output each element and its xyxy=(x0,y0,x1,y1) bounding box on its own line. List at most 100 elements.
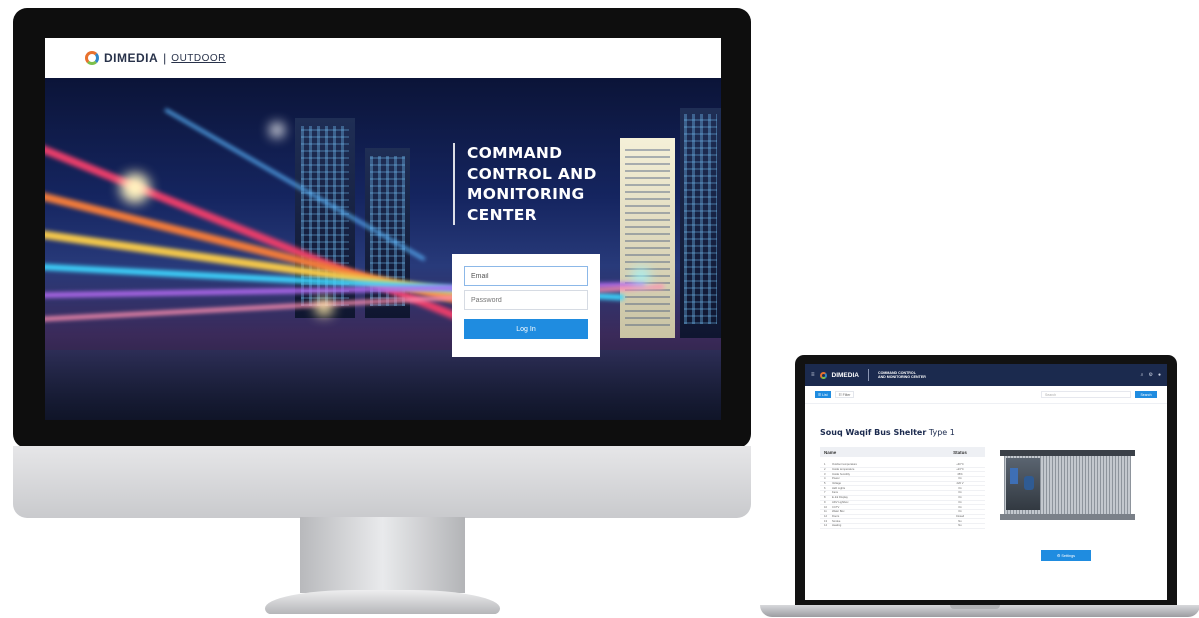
app-title: COMMAND CONTROL AND MONITORING CENTER xyxy=(878,371,938,380)
gear-icon[interactable]: ⚙ xyxy=(1148,372,1152,378)
app-logo-text[interactable]: DIMEDIA xyxy=(832,372,859,379)
cell-no: 7 xyxy=(824,491,826,495)
shelter-panel xyxy=(1006,458,1040,510)
cell-name: E-Ink Display xyxy=(832,496,848,500)
cell-status: On xyxy=(958,486,962,490)
hero-title: COMMAND CONTROL AND MONITORING CENTER xyxy=(453,143,597,225)
cell-status: On xyxy=(958,496,962,500)
cell-no: 8 xyxy=(824,496,826,500)
logo-separator: | xyxy=(163,51,167,65)
table-row[interactable]: 14 Heating No xyxy=(820,524,985,529)
street-light-glow xyxy=(120,173,150,203)
hero-title-line: CENTER xyxy=(467,205,537,224)
building-image xyxy=(680,108,721,338)
logo-sub-text: OUTDOOR xyxy=(171,52,226,64)
cell-no: 12 xyxy=(824,514,827,518)
hero-title-line: MONITORING xyxy=(467,185,585,203)
filter-button[interactable]: ☷ Filter xyxy=(834,391,855,398)
cell-no: 5 xyxy=(824,482,826,486)
header-divider xyxy=(867,369,869,381)
cell-name: ADV Lightbox xyxy=(832,500,849,504)
hero-title-line: COMMAND xyxy=(467,144,563,162)
logo-brand-text: DIMEDIA xyxy=(104,51,159,65)
cell-status: No xyxy=(958,519,962,523)
cell-status: 220 V xyxy=(956,482,964,486)
cell-no: 13 xyxy=(824,519,827,523)
app-title-line: AND MONITORING CENTER xyxy=(877,375,926,379)
light-streak xyxy=(45,138,509,341)
password-field[interactable] xyxy=(464,290,588,310)
cell-status: +30°C xyxy=(956,463,964,467)
shelter-ad-display xyxy=(1010,468,1018,484)
cell-name: Fans xyxy=(832,491,838,495)
cell-name: Heating xyxy=(832,524,842,528)
table-header: Name Status xyxy=(820,447,985,457)
cell-status: No xyxy=(958,524,962,528)
cell-name: Outdoor temperature xyxy=(832,463,857,467)
laptop-screen: ≡ DIMEDIA COMMAND CONTROL AND MONITORING… xyxy=(805,364,1167,600)
email-field[interactable] xyxy=(464,266,588,286)
cell-name: Power xyxy=(832,477,840,481)
cell-status: +23°C xyxy=(956,468,964,472)
hero-title-line: CONTROL AND xyxy=(467,164,597,183)
dimedia-logo-icon xyxy=(85,51,99,65)
search-button[interactable]: Search xyxy=(1135,391,1157,398)
traffic-light-glow xyxy=(633,268,649,284)
search-icon[interactable]: ⌕ xyxy=(1141,372,1144,378)
cell-status: On xyxy=(958,491,962,495)
cell-status: On xyxy=(958,477,962,481)
cell-no: 2 xyxy=(824,468,826,472)
cell-no: 14 xyxy=(824,524,827,528)
settings-button[interactable]: ⚙ Settings xyxy=(1041,550,1091,561)
shelter-name: Souq Waqif Bus Shelter xyxy=(820,428,927,437)
table-body: 1 Outdoor temperature +30°C 2 Inside tempera… xyxy=(820,463,985,529)
building-image xyxy=(620,138,675,338)
cell-no: 3 xyxy=(824,472,826,476)
login-button[interactable]: Log In xyxy=(464,319,588,339)
cell-name: Doors xyxy=(832,514,840,518)
cell-no: 4 xyxy=(824,477,826,481)
cell-status: 45% xyxy=(957,472,963,476)
cell-no: 10 xyxy=(824,505,827,509)
cell-name: Smoke xyxy=(832,519,841,523)
cell-no: 1 xyxy=(824,463,826,467)
laptop-notch xyxy=(950,605,1000,609)
bus-shelter-image xyxy=(1000,450,1135,520)
site-header: DIMEDIA | OUTDOOR xyxy=(45,38,721,78)
list-view-button[interactable]: ☰ List xyxy=(815,391,831,398)
cell-name: Inside temperature xyxy=(832,468,855,472)
menu-icon[interactable]: ≡ xyxy=(811,372,815,378)
header-actions: ⌕ ⚙ ● xyxy=(1141,372,1161,378)
cell-status: On xyxy=(958,505,962,509)
login-form: Log In xyxy=(452,254,600,357)
shelter-ad-display xyxy=(1024,476,1034,490)
desktop-monitor-chin xyxy=(13,446,751,518)
user-icon[interactable]: ● xyxy=(1158,372,1161,378)
shelter-type: Type 1 xyxy=(928,428,955,437)
cell-name: Inside humidity xyxy=(832,472,850,476)
cell-name: CCTV xyxy=(832,505,840,509)
road-image xyxy=(45,350,721,420)
cell-name: Voltage xyxy=(832,482,841,486)
cell-no: 9 xyxy=(824,500,826,504)
cell-status: On xyxy=(958,510,962,514)
status-table: Name Status 1 Outdoor temperature +30°C 2 In… xyxy=(820,447,985,529)
cell-status: Closed xyxy=(955,514,965,518)
hero-background: COMMAND CONTROL AND MONITORING CENTER Lo… xyxy=(45,78,721,420)
street-light-glow xyxy=(270,123,284,137)
page-title: Souq Waqif Bus Shelter Type 1 xyxy=(820,428,955,437)
cell-name: Water Box xyxy=(832,510,845,514)
dimedia-logo[interactable]: DIMEDIA | OUTDOOR xyxy=(85,51,226,65)
cell-no: 11 xyxy=(824,510,827,514)
search-input[interactable]: Search xyxy=(1041,391,1131,398)
desktop-monitor-stand xyxy=(300,517,465,593)
device-mockup: DIMEDIA | OUTDOOR COMMAND CONTROL AND MO… xyxy=(0,0,1199,618)
cell-no: 6 xyxy=(824,486,826,490)
column-header-name[interactable]: Name xyxy=(824,450,939,455)
cell-status: On xyxy=(958,500,962,504)
app-header: ≡ DIMEDIA COMMAND CONTROL AND MONITORING… xyxy=(805,364,1167,386)
desktop-screen: DIMEDIA | OUTDOOR COMMAND CONTROL AND MO… xyxy=(45,38,721,420)
desktop-monitor-base xyxy=(265,590,500,614)
column-header-status[interactable]: Status xyxy=(939,450,981,455)
street-light-glow xyxy=(315,298,333,316)
